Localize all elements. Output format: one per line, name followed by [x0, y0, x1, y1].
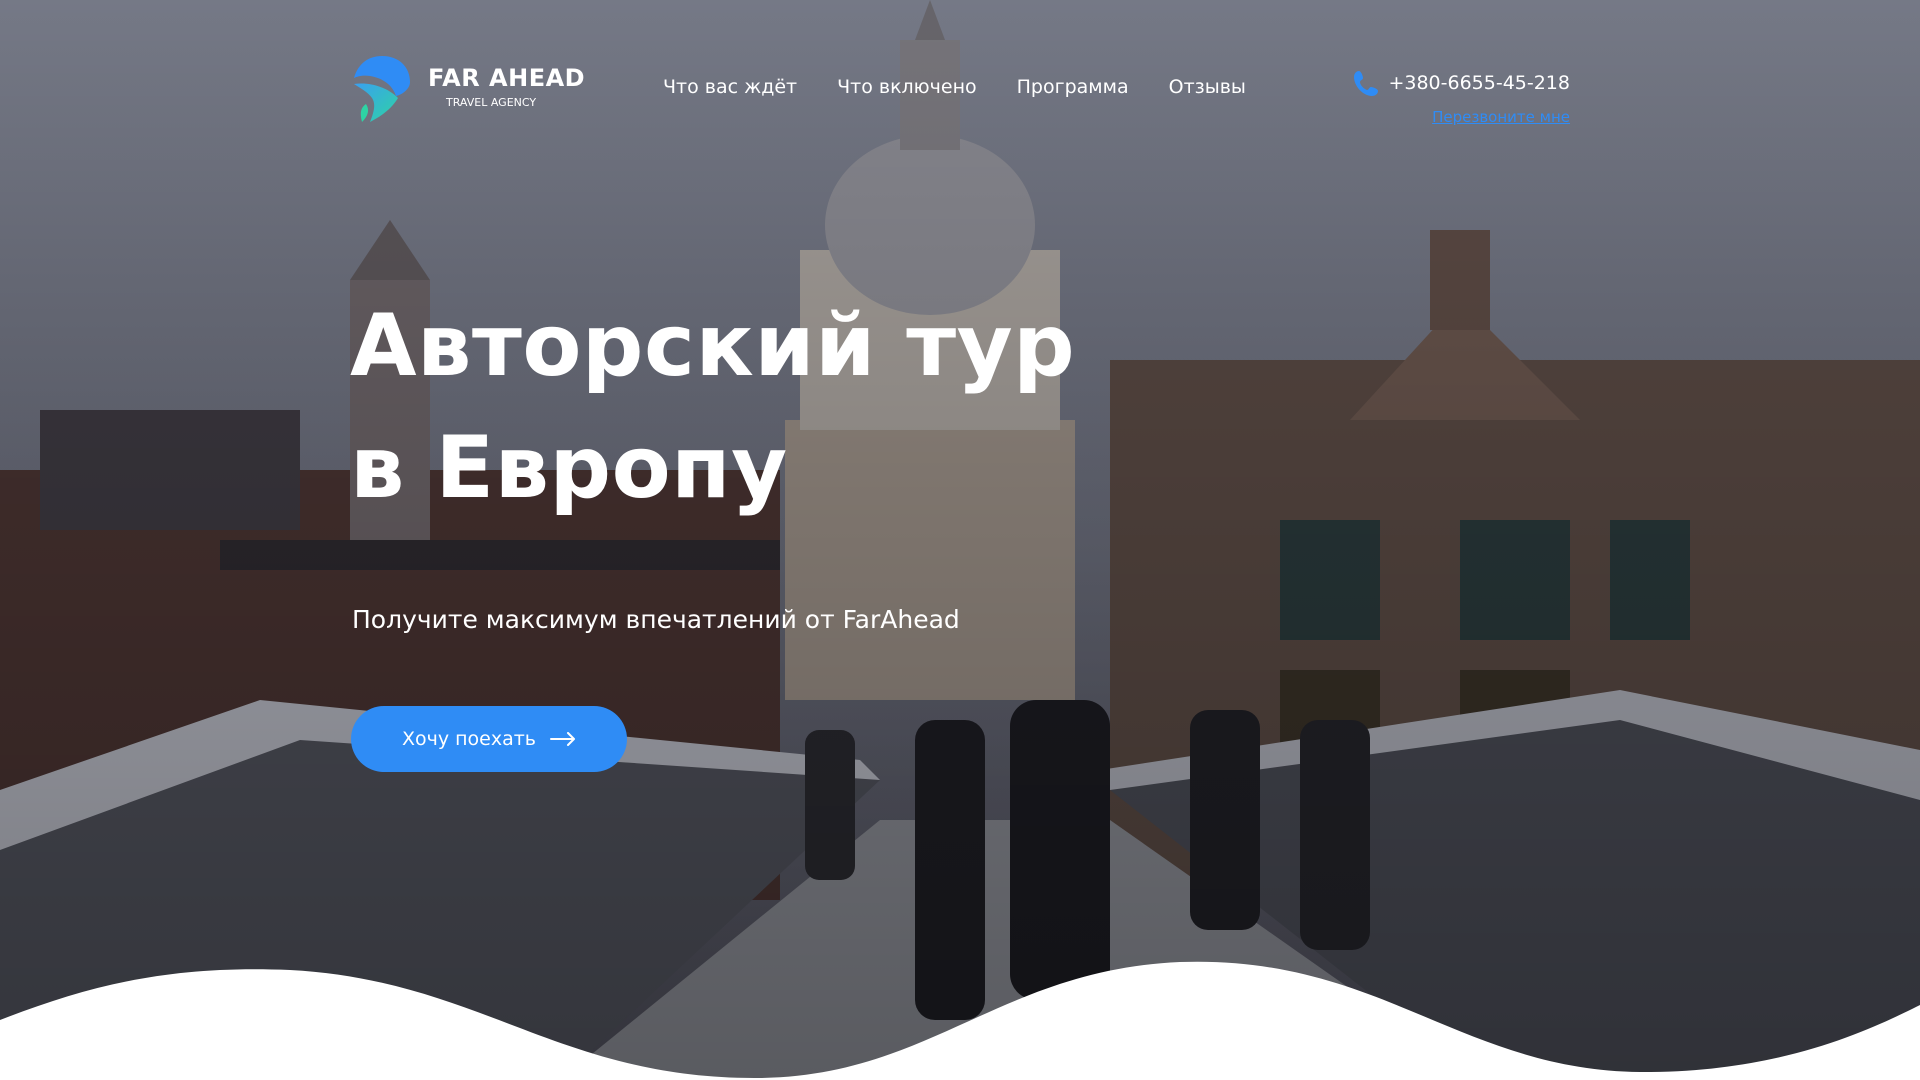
nav-item-whats-included[interactable]: Что включено: [837, 76, 977, 98]
phone-icon: [1354, 71, 1379, 96]
brand-name: FAR AHEAD: [428, 64, 586, 92]
nav-item-what-awaits[interactable]: Что вас ждёт: [663, 76, 797, 98]
cta-label: Хочу поехать: [401, 728, 537, 750]
hero-background-image: [0, 0, 1920, 1080]
hero-title-line-1: Авторский тур: [350, 296, 1076, 396]
landing-page: FAR AHEAD TRAVEL AGENCY Что вас ждёт Что…: [0, 0, 1920, 1080]
contact-block: +380-6655-45-218 Перезвоните мне: [1310, 70, 1570, 126]
callback-link[interactable]: Перезвоните мне: [1432, 108, 1570, 126]
bottom-wave-divider: [0, 961, 1920, 1080]
want-to-go-button[interactable]: Хочу поехать: [351, 706, 627, 772]
main-nav: Что вас ждёт Что включено Программа Отзы…: [663, 76, 1246, 98]
nav-item-program[interactable]: Программа: [1017, 76, 1129, 98]
arrow-right-icon: [550, 732, 576, 746]
phone-row[interactable]: +380-6655-45-218: [1310, 70, 1570, 96]
hero-title: Авторский тур в Европу: [350, 285, 1075, 529]
hero-title-line-2: в Европу: [350, 418, 788, 518]
brand-tagline: TRAVEL AGENCY: [446, 96, 537, 109]
hero-subtitle: Получите максимум впечатлений от FarAhea…: [352, 605, 960, 634]
nav-item-reviews[interactable]: Отзывы: [1169, 76, 1246, 98]
phone-number[interactable]: +380-6655-45-218: [1388, 72, 1570, 94]
brand-logo[interactable]: FAR AHEAD TRAVEL AGENCY: [352, 54, 585, 124]
logo-mark-icon: [354, 56, 410, 122]
